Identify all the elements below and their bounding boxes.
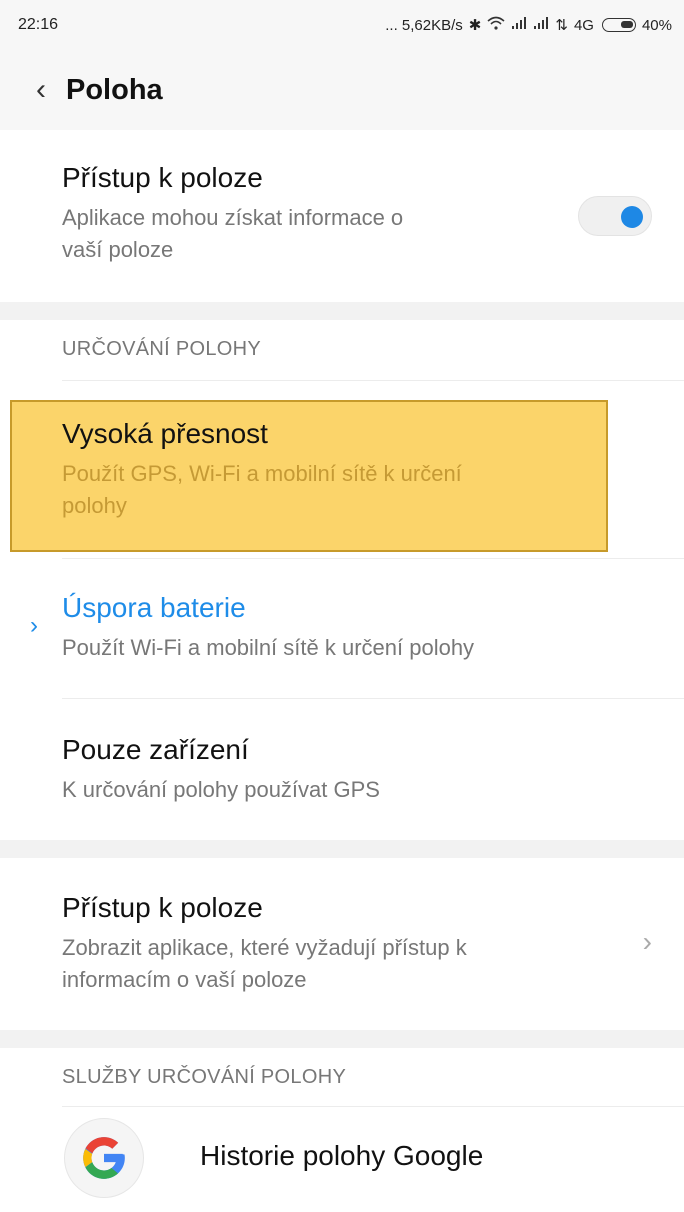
app-bar: ‹ Poloha (0, 50, 684, 130)
app-access-subtitle-1: Zobrazit aplikace, které vyžadují přístu… (62, 935, 467, 960)
mode-option-device-only[interactable]: Pouze zařízení K určování polohy používa… (62, 732, 654, 806)
mode-option-title: Úspora baterie (62, 592, 246, 623)
google-icon (64, 1118, 144, 1198)
chevron-right-icon[interactable]: › (643, 926, 652, 958)
mode-option-subtitle-1: Použít Wi-Fi a mobilní sítě k určení pol… (62, 635, 475, 660)
location-access-title: Přístup k poloze (62, 162, 263, 193)
section-divider (0, 840, 684, 858)
wifi-icon (487, 16, 505, 34)
divider (62, 1106, 684, 1107)
mode-option-battery-saving[interactable]: Úspora baterie Použít Wi-Fi a mobilní sí… (62, 590, 654, 664)
bluetooth-icon: ✱ (468, 17, 482, 34)
signal-icon (511, 16, 527, 34)
network-speed: ... 5,62KB/s (385, 16, 463, 34)
mode-option-subtitle-2: polohy (62, 493, 127, 518)
google-location-history-row[interactable]: Historie polohy Google (200, 1138, 654, 1174)
signal-icon-2 (533, 16, 549, 34)
app-access-subtitle-2: informacím o vaší poloze (62, 967, 307, 992)
selected-chevron-icon: › (30, 612, 38, 639)
mode-section-header: URČOVÁNÍ POLOHY (62, 338, 261, 360)
battery-icon (601, 18, 636, 32)
toggle-knob (621, 206, 643, 228)
location-access-subtitle-1: Aplikace mohou získat informace o (62, 205, 404, 230)
section-divider (0, 302, 684, 320)
divider (62, 558, 684, 559)
status-time: 22:16 (18, 16, 59, 33)
location-access-subtitle-2: vaší poloze (62, 237, 174, 262)
divider (62, 698, 684, 699)
app-location-access-row[interactable]: Přístup k poloze Zobrazit aplikace, kter… (62, 890, 604, 996)
location-access-toggle[interactable] (578, 196, 652, 236)
mode-option-high-accuracy[interactable]: Vysoká přesnost Použít GPS, Wi-Fi a mobi… (62, 416, 654, 522)
page-title: Poloha (66, 73, 163, 106)
google-location-history-label: Historie polohy Google (200, 1140, 484, 1171)
app-access-title: Přístup k poloze (62, 892, 263, 923)
battery-level: 40% (641, 16, 672, 34)
status-bar: 22:16 ... 5,62KB/s ✱ ⇅ 4G 40% (0, 0, 684, 50)
network-type: 4G (573, 16, 594, 34)
back-icon[interactable]: ‹ (36, 75, 46, 105)
data-transfer-icon: ⇅ (555, 17, 568, 34)
divider (62, 380, 684, 381)
status-icons: ... 5,62KB/s ✱ ⇅ 4G 40% (385, 16, 672, 35)
mode-option-title: Pouze zařízení (62, 734, 249, 765)
mode-option-subtitle-1: Použít GPS, Wi-Fi a mobilní sítě k určen… (62, 461, 462, 486)
location-access-row[interactable]: Přístup k poloze Aplikace mohou získat i… (62, 160, 654, 266)
mode-option-subtitle-1: K určování polohy používat GPS (62, 777, 380, 802)
section-divider (0, 1030, 684, 1048)
mode-option-title: Vysoká přesnost (62, 418, 268, 449)
services-section-header: SLUŽBY URČOVÁNÍ POLOHY (62, 1066, 347, 1088)
